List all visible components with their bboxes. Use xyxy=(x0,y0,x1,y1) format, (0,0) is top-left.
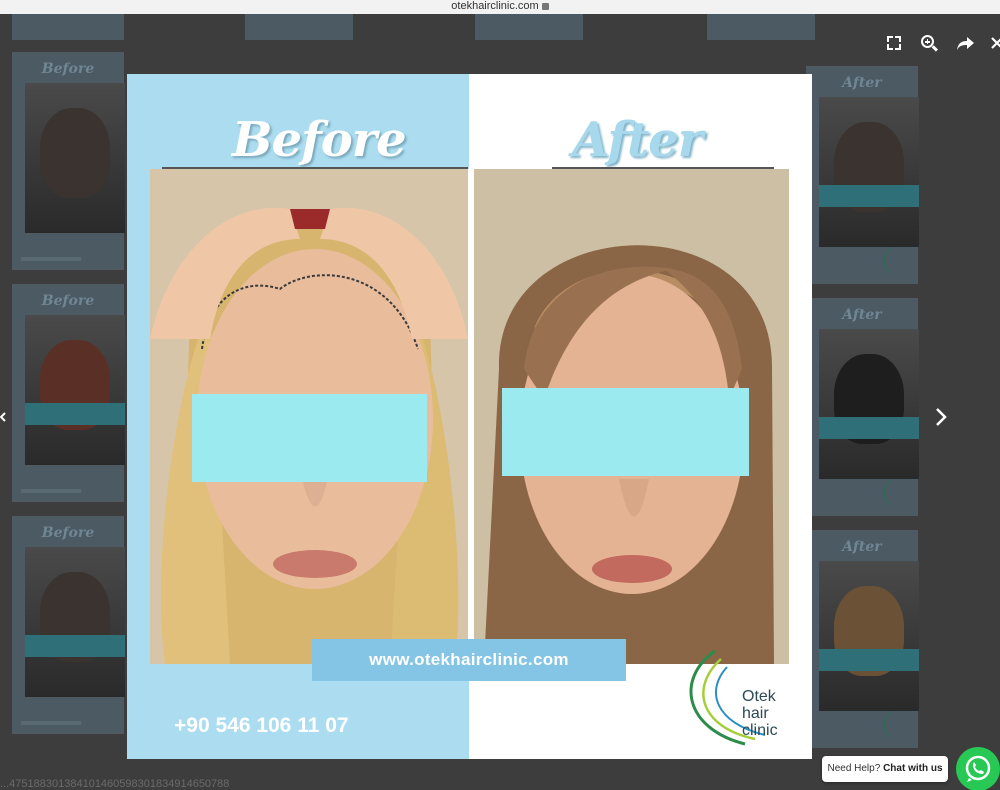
zoom-in-icon[interactable] xyxy=(918,32,940,54)
chevron-right-icon[interactable] xyxy=(930,405,952,429)
gallery-thumb[interactable]: After xyxy=(806,66,919,284)
website-banner: www.otekhairclinic.com xyxy=(312,639,626,681)
before-after-image: Before After www.otekhairclinic.com +90 … xyxy=(127,74,812,759)
close-icon[interactable] xyxy=(990,32,1000,54)
thumb-eye-mask xyxy=(25,403,125,425)
whatsapp-chat-button[interactable] xyxy=(956,747,1000,790)
gallery-thumb[interactable]: Before xyxy=(12,284,125,502)
thumb-label: Before xyxy=(41,525,95,541)
lock-icon xyxy=(541,2,549,10)
thumb-logo-icon xyxy=(883,247,911,275)
chevron-left-icon[interactable] xyxy=(0,405,6,429)
thumb-photo xyxy=(819,329,919,479)
thumb-photo xyxy=(819,97,919,247)
need-help-chat-bubble[interactable]: Need Help? Chat with us xyxy=(822,756,948,782)
thumb-logo-icon xyxy=(883,711,911,739)
thumb-eye-mask xyxy=(819,185,919,207)
after-title: After xyxy=(571,112,703,168)
thumb-photo xyxy=(25,547,125,697)
thumb-eye-mask xyxy=(819,417,919,439)
thumb-eye-mask xyxy=(819,649,919,671)
footer-text: ...475188301384101460598301834914650788 xyxy=(0,778,230,790)
phone-number: +90 546 106 11 07 xyxy=(174,714,349,737)
thumb-photo xyxy=(25,83,125,233)
thumb-label: After xyxy=(842,539,882,555)
share-icon[interactable] xyxy=(954,32,976,54)
thumb-label: After xyxy=(842,307,882,323)
thumb-photo xyxy=(25,315,125,465)
gallery-strip xyxy=(245,14,353,40)
before-title: Before xyxy=(232,112,407,168)
eye-privacy-mask xyxy=(502,388,749,476)
url-text: otekhairclinic.com xyxy=(451,0,539,12)
thumb-logo-icon xyxy=(883,479,911,507)
whatsapp-icon xyxy=(965,755,991,782)
gallery-strip xyxy=(707,14,815,40)
lightbox-page: otekhairclinic.com Before Before Before … xyxy=(0,0,1000,790)
photo-divider xyxy=(468,169,474,664)
thumb-label: Before xyxy=(41,293,95,309)
gallery-strip xyxy=(475,14,583,40)
gallery-thumb[interactable]: Before xyxy=(12,52,125,270)
gallery-strip xyxy=(12,14,124,40)
logo-text: Otek hair clinic xyxy=(742,688,778,739)
thumb-eye-mask xyxy=(25,635,125,657)
gallery-thumb[interactable]: Before xyxy=(12,516,125,734)
thumb-label: After xyxy=(842,75,882,91)
fullscreen-icon[interactable] xyxy=(883,32,905,54)
thumb-label: Before xyxy=(41,61,95,77)
gallery-thumb[interactable]: After xyxy=(806,298,919,516)
eye-privacy-mask xyxy=(192,394,427,482)
thumb-photo xyxy=(819,561,919,711)
gallery-thumb[interactable]: After xyxy=(806,530,919,748)
browser-url-bar[interactable]: otekhairclinic.com xyxy=(0,0,1000,14)
